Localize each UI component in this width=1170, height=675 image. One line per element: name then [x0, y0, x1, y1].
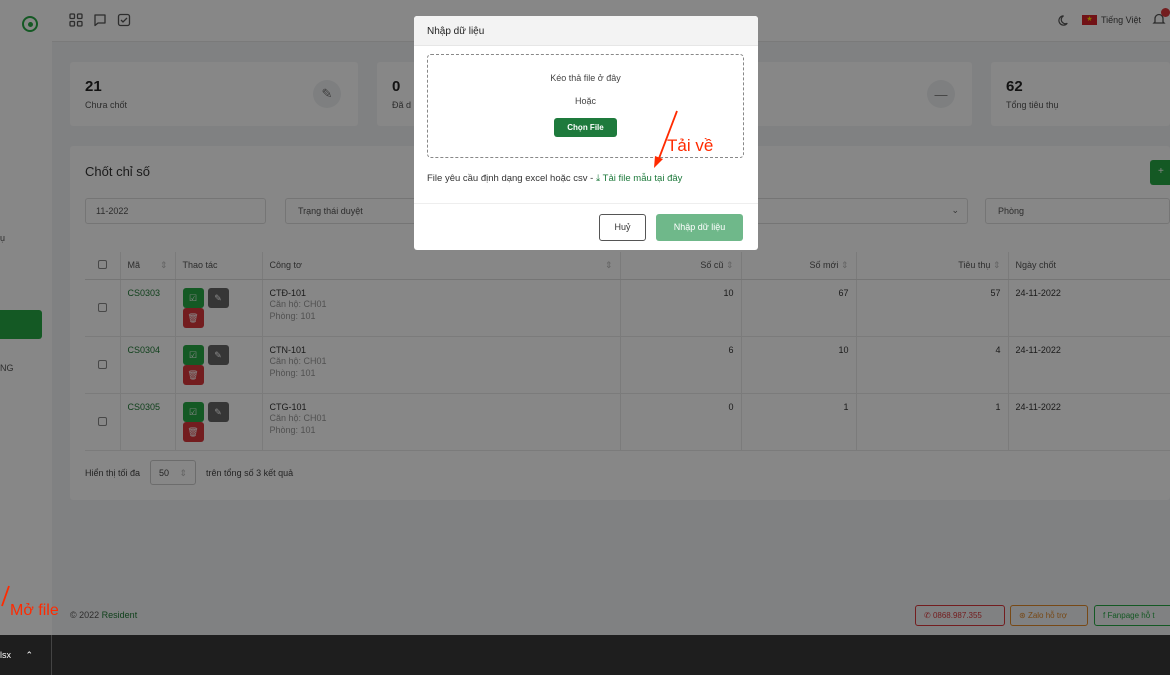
annotation-download: Tải về — [667, 136, 714, 155]
import-button[interactable]: Nhập dữ liệu — [656, 214, 743, 241]
annotation-open-file: Mở file — [10, 602, 59, 619]
download-bar: lsx ⌃ — [0, 635, 1170, 675]
file-format-note: File yêu cầu định dạng excel hoặc csv - … — [427, 173, 683, 184]
choose-file-button[interactable]: Chọn File — [554, 118, 617, 137]
or-text: Hoặc — [574, 96, 596, 106]
download-item[interactable]: lsx ⌃ — [0, 635, 52, 675]
import-dialog: Nhập dữ liệu Kéo thả file ở đây Hoặc Chọ… — [414, 16, 758, 250]
drop-text: Kéo thả file ở đây — [550, 73, 621, 83]
chevron-up-icon[interactable]: ⌃ — [26, 650, 34, 660]
download-file-name: lsx — [0, 650, 11, 660]
dialog-footer: Huỷ Nhập dữ liệu — [414, 203, 758, 250]
cancel-button[interactable]: Huỷ — [599, 214, 646, 241]
download-template-link[interactable]: ⤓ Tải file mẫu tại đây — [596, 173, 682, 184]
download-icon: ⤓ — [595, 173, 601, 184]
dialog-title: Nhập dữ liệu — [414, 16, 758, 46]
